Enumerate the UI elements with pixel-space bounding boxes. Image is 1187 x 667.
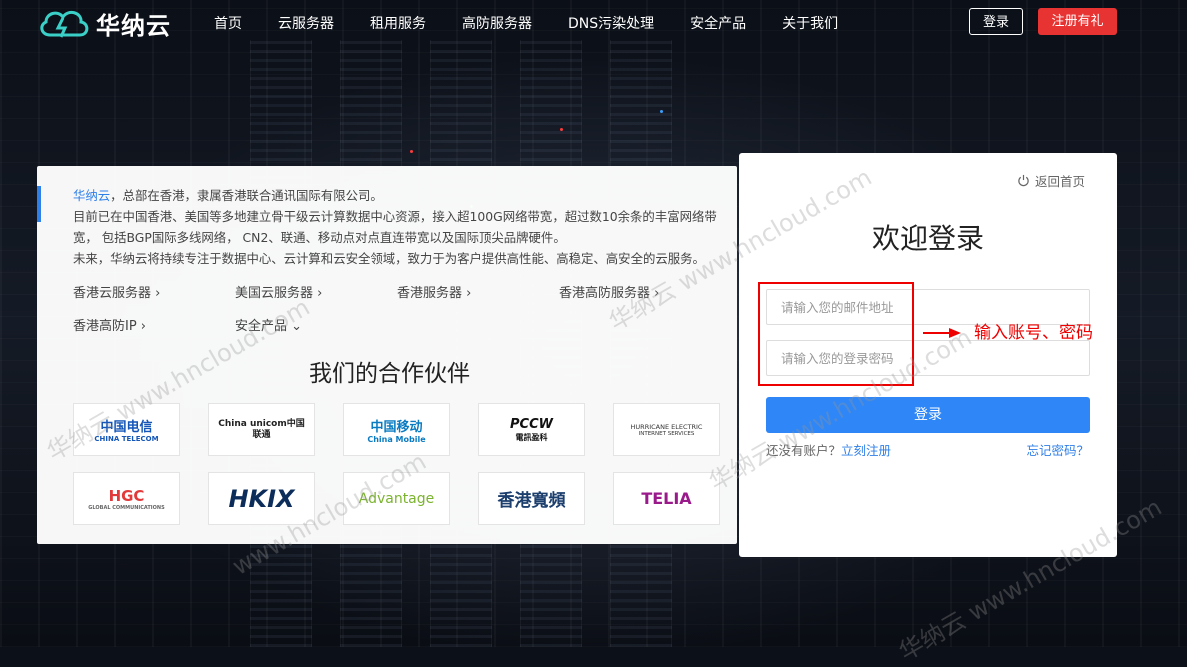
partner-advantage[interactable]: Advantage: [343, 472, 450, 525]
partner-china-mobile[interactable]: 中国移动 China Mobile: [343, 403, 450, 456]
no-account-label: 还没有账户？: [766, 443, 842, 458]
partner-hgc[interactable]: HGC GLOBAL COMMUNICATIONS: [73, 472, 180, 525]
partner-hkix[interactable]: HKIX: [208, 472, 315, 525]
link-us-cloud[interactable]: 美国云服务器 ›: [235, 282, 322, 301]
nav-ddos-server[interactable]: 高防服务器: [462, 13, 532, 33]
partner-pccw[interactable]: PCCW 電訊盈科: [478, 403, 585, 456]
nav-about[interactable]: 关于我们: [782, 13, 838, 33]
partner-china-telecom[interactable]: 中国电信 CHINA TELECOM: [73, 403, 180, 456]
partner-sub: 電訊盈科: [515, 432, 548, 442]
partner-name: HGC: [108, 486, 145, 505]
nav-security[interactable]: 安全产品: [690, 13, 746, 33]
top-header: 华纳云 首页 云服务器 租用服务 高防服务器 DNS污染处理 安全产品 关于我们…: [0, 0, 1187, 46]
login-title: 欢迎登录: [871, 222, 984, 255]
partner-sub: China Mobile: [367, 434, 426, 444]
server-light: [410, 150, 413, 153]
partner-name: HKIX: [228, 484, 295, 513]
info-panel: 华纳云，总部在香港，隶属香港联合通讯国际有限公司。 目前已在中国香港、美国等多地…: [37, 166, 737, 544]
power-icon: [1018, 174, 1029, 187]
partner-name: TELIA: [641, 489, 692, 508]
partner-name: 中国电信: [100, 420, 153, 435]
annotation-box: [758, 282, 914, 386]
partner-name: 香港寬頻: [497, 491, 566, 511]
register-now-link[interactable]: 立刻注册: [841, 443, 891, 458]
nav-rental[interactable]: 租用服务: [370, 13, 426, 33]
link-security-products[interactable]: 安全产品 ⌄: [235, 315, 302, 334]
partner-name: Advantage: [358, 490, 435, 507]
login-submit-button[interactable]: 登录: [766, 397, 1090, 433]
company-intro: 华纳云，总部在香港，隶属香港联合通讯国际有限公司。 目前已在中国香港、美国等多地…: [73, 185, 723, 269]
partner-name: PCCW: [510, 416, 553, 432]
annotation-arrow-icon: [923, 328, 961, 338]
back-home-label: 返回首页: [1034, 174, 1085, 189]
header-login-button[interactable]: 登录: [969, 8, 1023, 35]
intro-line3: 未来，华纳云将持续专注于数据中心、云计算和云安全领域，致力于为客户提供高性能、高…: [73, 251, 705, 266]
partner-name: HURRICANE ELECTRIC: [630, 422, 703, 431]
logo-text: 华纳云: [96, 11, 171, 40]
no-account-text: 还没有账户？立刻注册: [766, 440, 891, 459]
partner-hkbn[interactable]: 香港寬頻: [478, 472, 585, 525]
nav-dns[interactable]: DNS污染处理: [568, 13, 654, 33]
back-home-link[interactable]: 返回首页: [1017, 171, 1085, 190]
link-hk-ddos-server[interactable]: 香港高防服务器 ›: [559, 282, 659, 301]
forgot-password-link[interactable]: 忘记密码？: [1026, 440, 1089, 459]
partner-sub: GLOBAL COMMUNICATIONS: [88, 504, 165, 511]
link-hk-ddos-ip[interactable]: 香港高防IP ›: [73, 315, 146, 334]
annotation-text: 输入账号、密码: [974, 323, 1093, 343]
nav-cloud-server[interactable]: 云服务器: [278, 13, 334, 33]
intro-line1: ，总部在香港，隶属香港联合通讯国际有限公司。: [110, 188, 383, 203]
link-hk-cloud[interactable]: 香港云服务器 ›: [73, 282, 160, 301]
partner-telia[interactable]: TELIA: [613, 472, 720, 525]
partner-name: China unicom中国联通: [218, 418, 305, 440]
intro-line2: 目前已在中国香港、美国等多地建立骨干级云计算数据中心资源，接入超100G网络带宽…: [73, 209, 717, 245]
nav-home[interactable]: 首页: [214, 13, 242, 33]
partner-hurricane-electric[interactable]: HURRICANE ELECTRIC INTERNET SERVICES: [613, 403, 720, 456]
partner-china-unicom[interactable]: China unicom中国联通: [208, 403, 315, 456]
header-register-button[interactable]: 注册有礼: [1038, 8, 1117, 35]
cloud-logo-icon: [40, 10, 89, 38]
partner-sub: INTERNET SERVICES: [638, 430, 695, 437]
link-hk-server[interactable]: 香港服务器 ›: [397, 282, 471, 301]
accent-bar: [37, 186, 41, 222]
brand-name: 华纳云: [73, 188, 111, 203]
partner-name: 中国移动: [370, 419, 423, 435]
server-light: [560, 128, 563, 131]
logo[interactable]: 华纳云: [36, 5, 171, 41]
server-light: [660, 110, 663, 113]
partner-sub: CHINA TELECOM: [94, 435, 159, 443]
main-nav: 首页 云服务器 租用服务 高防服务器 DNS污染处理 安全产品 关于我们: [196, 13, 856, 33]
